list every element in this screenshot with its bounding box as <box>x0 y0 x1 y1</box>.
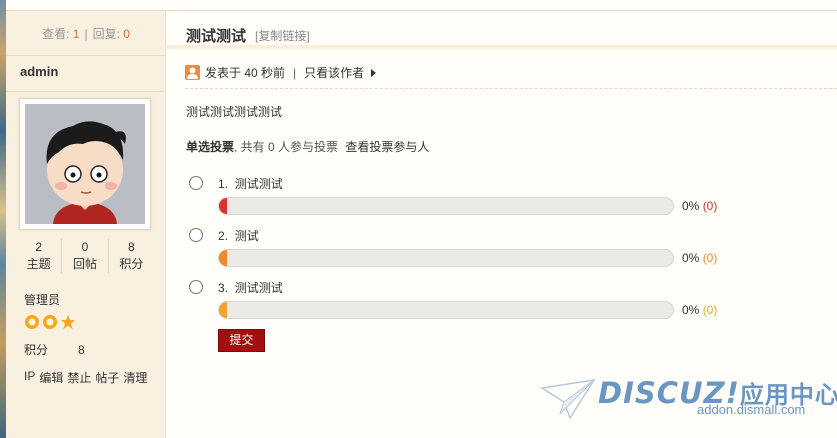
paper-plane-icon <box>540 379 596 420</box>
count-replies[interactable]: 0 回帖 <box>62 239 109 273</box>
poll-bar-fill <box>219 198 227 214</box>
author-sidebar: 查看: 1 | 回复: 0 admin 2 主题 0 回帖 8 积分 管理员 积… <box>6 11 166 438</box>
poll-percent: 0% (0) <box>682 251 718 265</box>
user-icon <box>185 65 200 80</box>
clean-link[interactable]: 清理 <box>123 369 147 386</box>
post-title: 测试测试 <box>186 28 247 45</box>
author-name-link[interactable]: admin <box>20 64 58 79</box>
poll-header: 单选投票, 共有 0 人参与投票 查看投票参与人 <box>186 138 429 155</box>
poll-option-label: 3. 测试测试 <box>218 281 283 295</box>
post-body: 测试测试测试测试 <box>186 105 283 119</box>
submit-vote-button[interactable]: 提交 <box>218 329 265 352</box>
post-time: 发表于 40 秒前 <box>205 66 286 80</box>
poll-progress-bar <box>218 197 674 215</box>
poll-radio[interactable] <box>189 176 203 190</box>
avatar[interactable] <box>19 98 151 230</box>
poll-radio[interactable] <box>189 280 203 294</box>
admin-links: IP 编辑 禁止 帖子 清理 <box>24 369 147 386</box>
poll-type: 单选投票 <box>186 140 235 154</box>
avatar-image <box>25 104 145 224</box>
user-group-label[interactable]: 管理员 <box>24 291 60 308</box>
view-voters-link[interactable]: 查看投票参与人 <box>345 140 429 154</box>
view-count: 1 <box>72 27 80 41</box>
author-counts: 2 主题 0 回帖 8 积分 <box>16 239 154 273</box>
poll-radio[interactable] <box>189 228 203 242</box>
star-icon <box>61 315 75 329</box>
divider <box>6 55 166 56</box>
count-points[interactable]: 8 积分 <box>109 239 154 273</box>
points-row: 积分 8 <box>24 343 85 357</box>
poll-percent: 0% (0) <box>682 199 718 213</box>
post-meta: 发表于 40 秒前 | 只看该作者 <box>185 64 377 81</box>
count-threads[interactable]: 2 主题 <box>16 239 63 273</box>
poll-progress-bar <box>218 249 674 267</box>
poll-bar-fill <box>219 302 227 318</box>
rank-stars <box>24 314 76 330</box>
copy-link-button[interactable]: [复制链接] <box>255 27 310 44</box>
poll-option-label: 2. 测试 <box>218 229 259 243</box>
ip-link[interactable]: IP <box>24 369 35 386</box>
ban-link[interactable]: 禁止 <box>67 369 91 386</box>
poll-progress-bar <box>218 301 674 319</box>
edit-link[interactable]: 编辑 <box>39 369 63 386</box>
divider <box>185 88 837 89</box>
author-only-link[interactable]: 只看该作者 <box>304 64 364 81</box>
poll-option-label: 1. 测试测试 <box>218 177 283 191</box>
reply-count: 0 <box>123 27 130 41</box>
poll-bar-fill <box>219 250 227 266</box>
posts-link[interactable]: 帖子 <box>95 369 119 386</box>
sun-icon <box>25 315 39 329</box>
post-title-bar: 测试测试 [复制链接] <box>167 11 837 49</box>
poll-percent: 0% (0) <box>682 303 718 317</box>
caret-right-icon <box>371 68 377 77</box>
watermark-url: addon.dismall.com <box>697 402 806 417</box>
discuz-watermark: DISCUZ!应用中心 addon.dismall.com <box>540 372 837 432</box>
poll-summary: , 共有 0 人参与投票 <box>234 140 339 154</box>
view-reply-stats: 查看: 1 | 回复: 0 <box>42 27 130 41</box>
divider <box>6 91 166 92</box>
sun-icon <box>43 315 57 329</box>
